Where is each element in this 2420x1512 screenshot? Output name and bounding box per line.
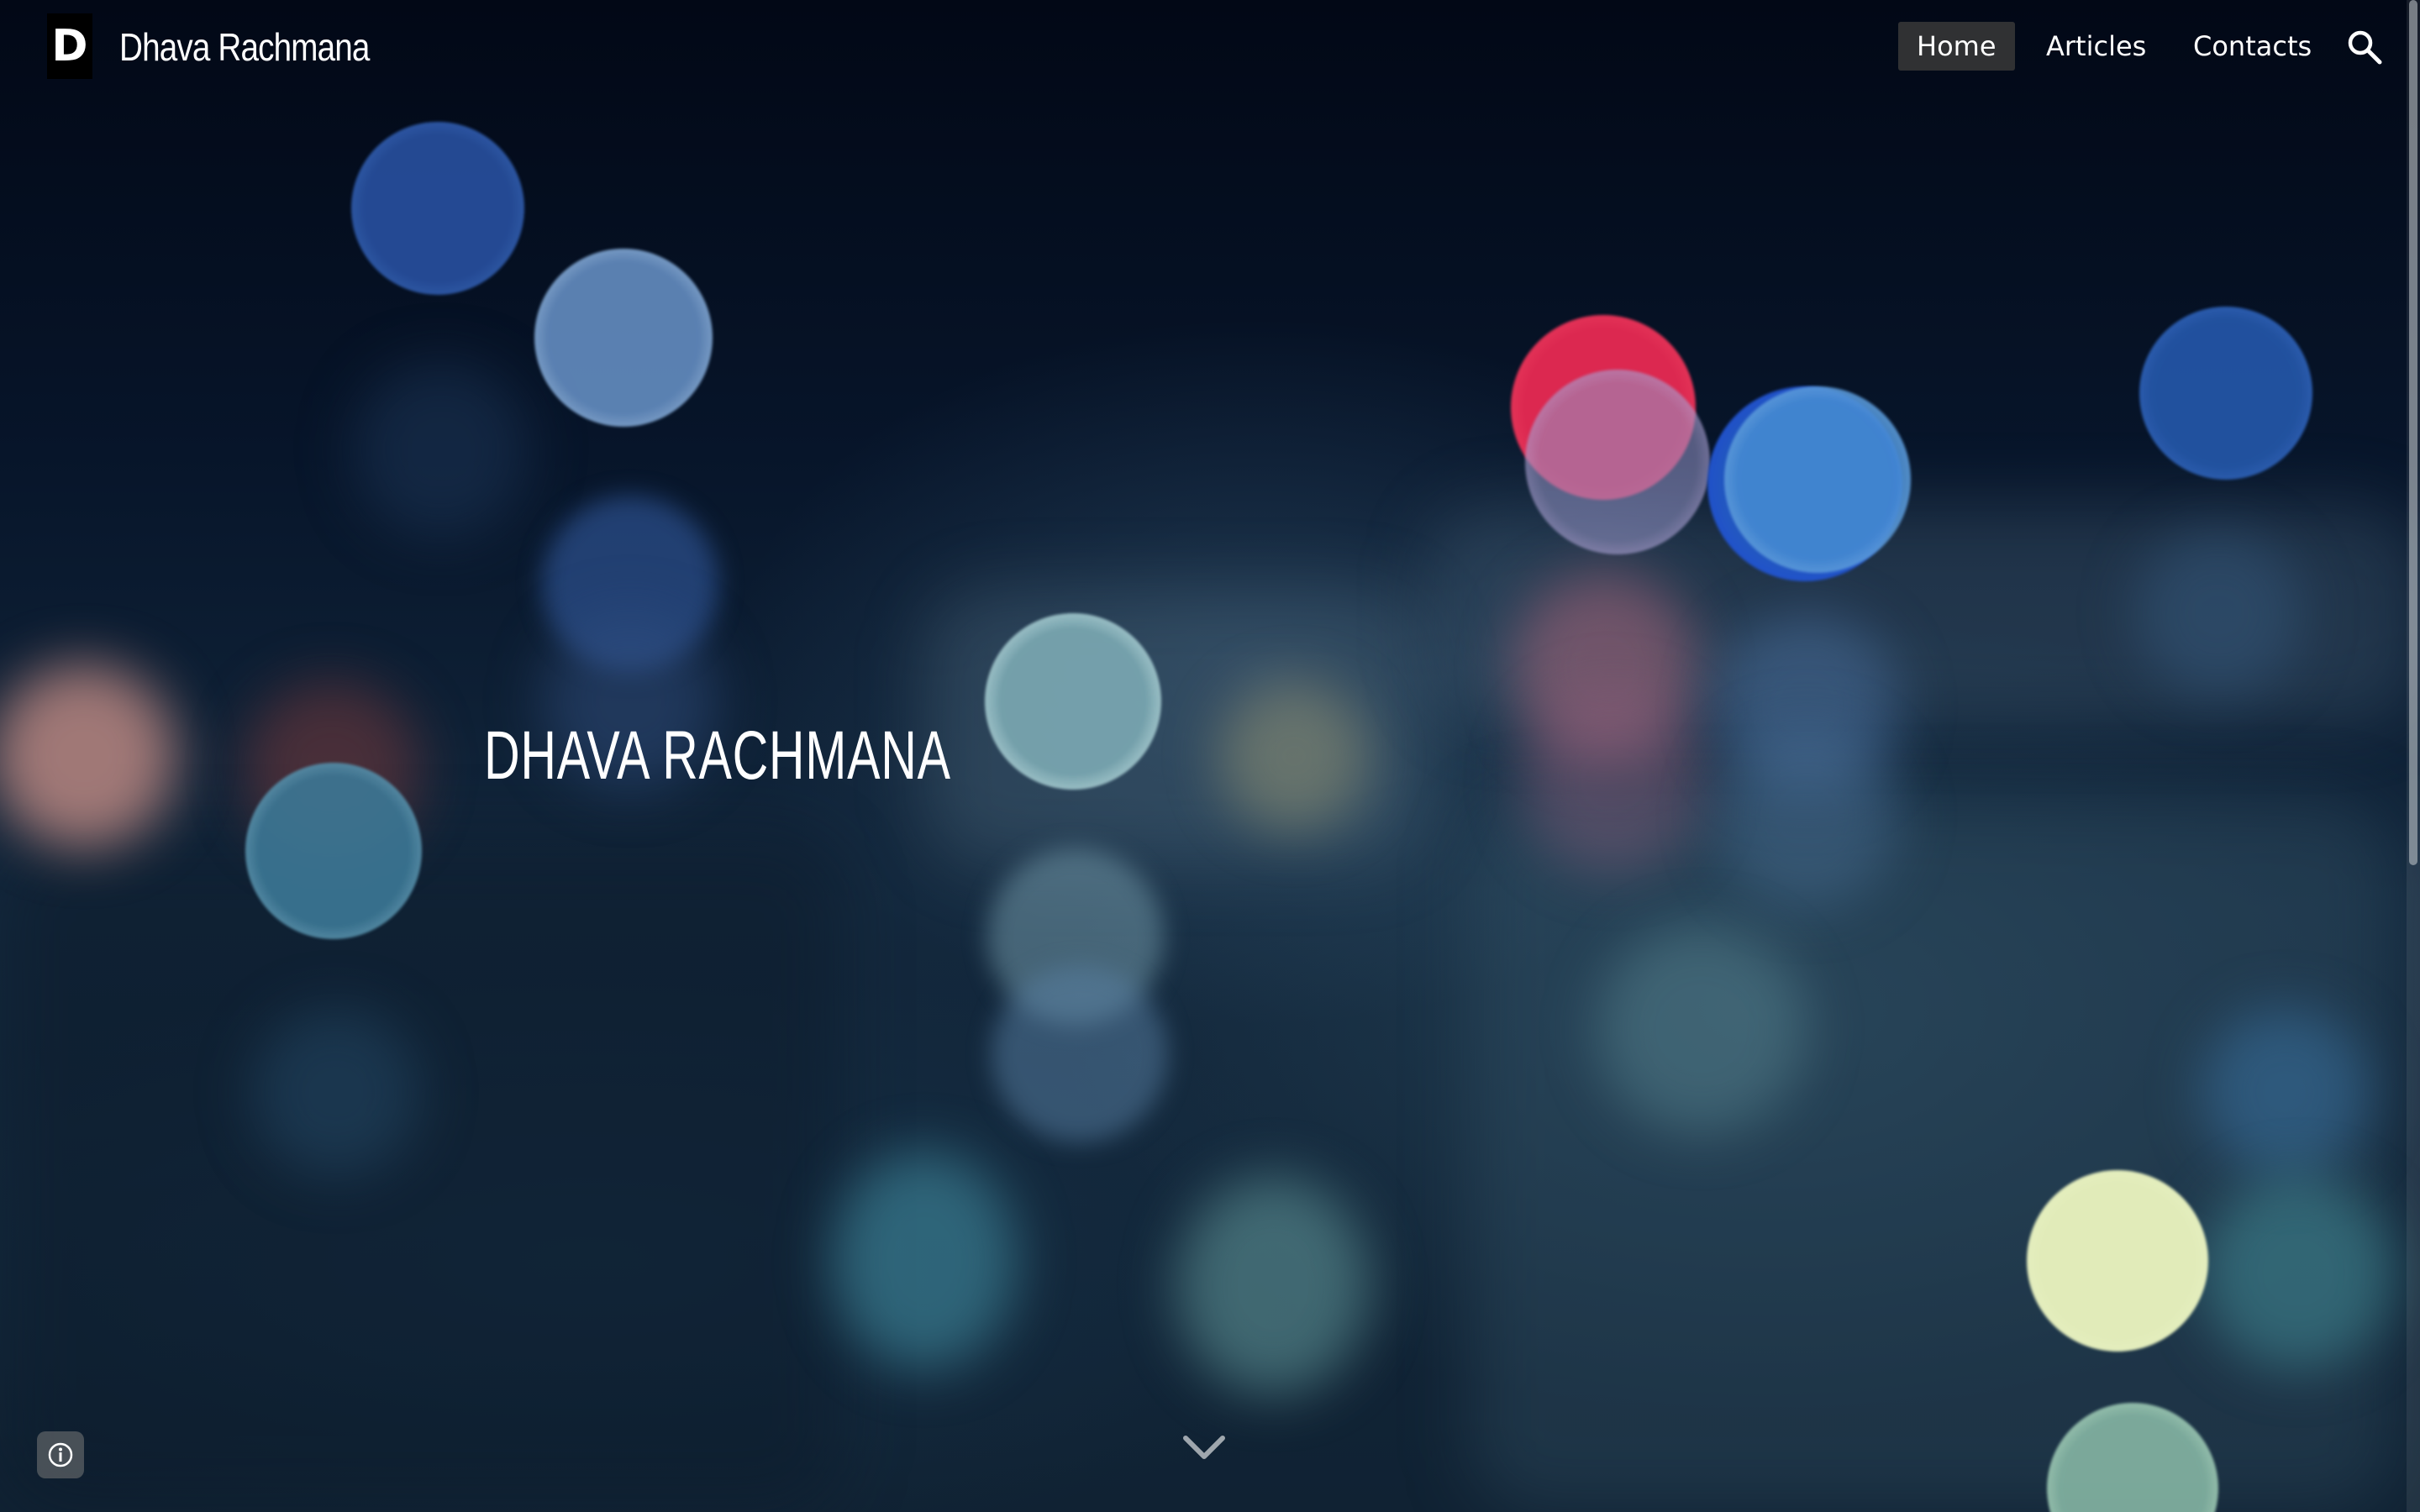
site-title[interactable]: Dhava Rachmana xyxy=(119,20,370,74)
hero-background xyxy=(0,0,2420,1512)
hero-title: DHAVA RACHMANA xyxy=(484,717,951,794)
nav-item-home[interactable]: Home xyxy=(1898,22,2015,71)
scrollbar-thumb[interactable] xyxy=(2409,0,2417,865)
site-info-button[interactable] xyxy=(37,1431,84,1478)
search-icon[interactable] xyxy=(2343,25,2386,69)
nav-item-articles[interactable]: Articles xyxy=(2028,22,2165,71)
info-icon xyxy=(48,1442,73,1467)
chevron-down-icon[interactable] xyxy=(1181,1431,1228,1465)
nav-item-contacts[interactable]: Contacts xyxy=(2175,22,2330,71)
site-logo[interactable]: D xyxy=(47,13,92,79)
site-header: D Dhava Rachmana Home Articles Contacts xyxy=(0,0,2407,94)
page-scrollbar[interactable] xyxy=(2407,0,2420,1512)
